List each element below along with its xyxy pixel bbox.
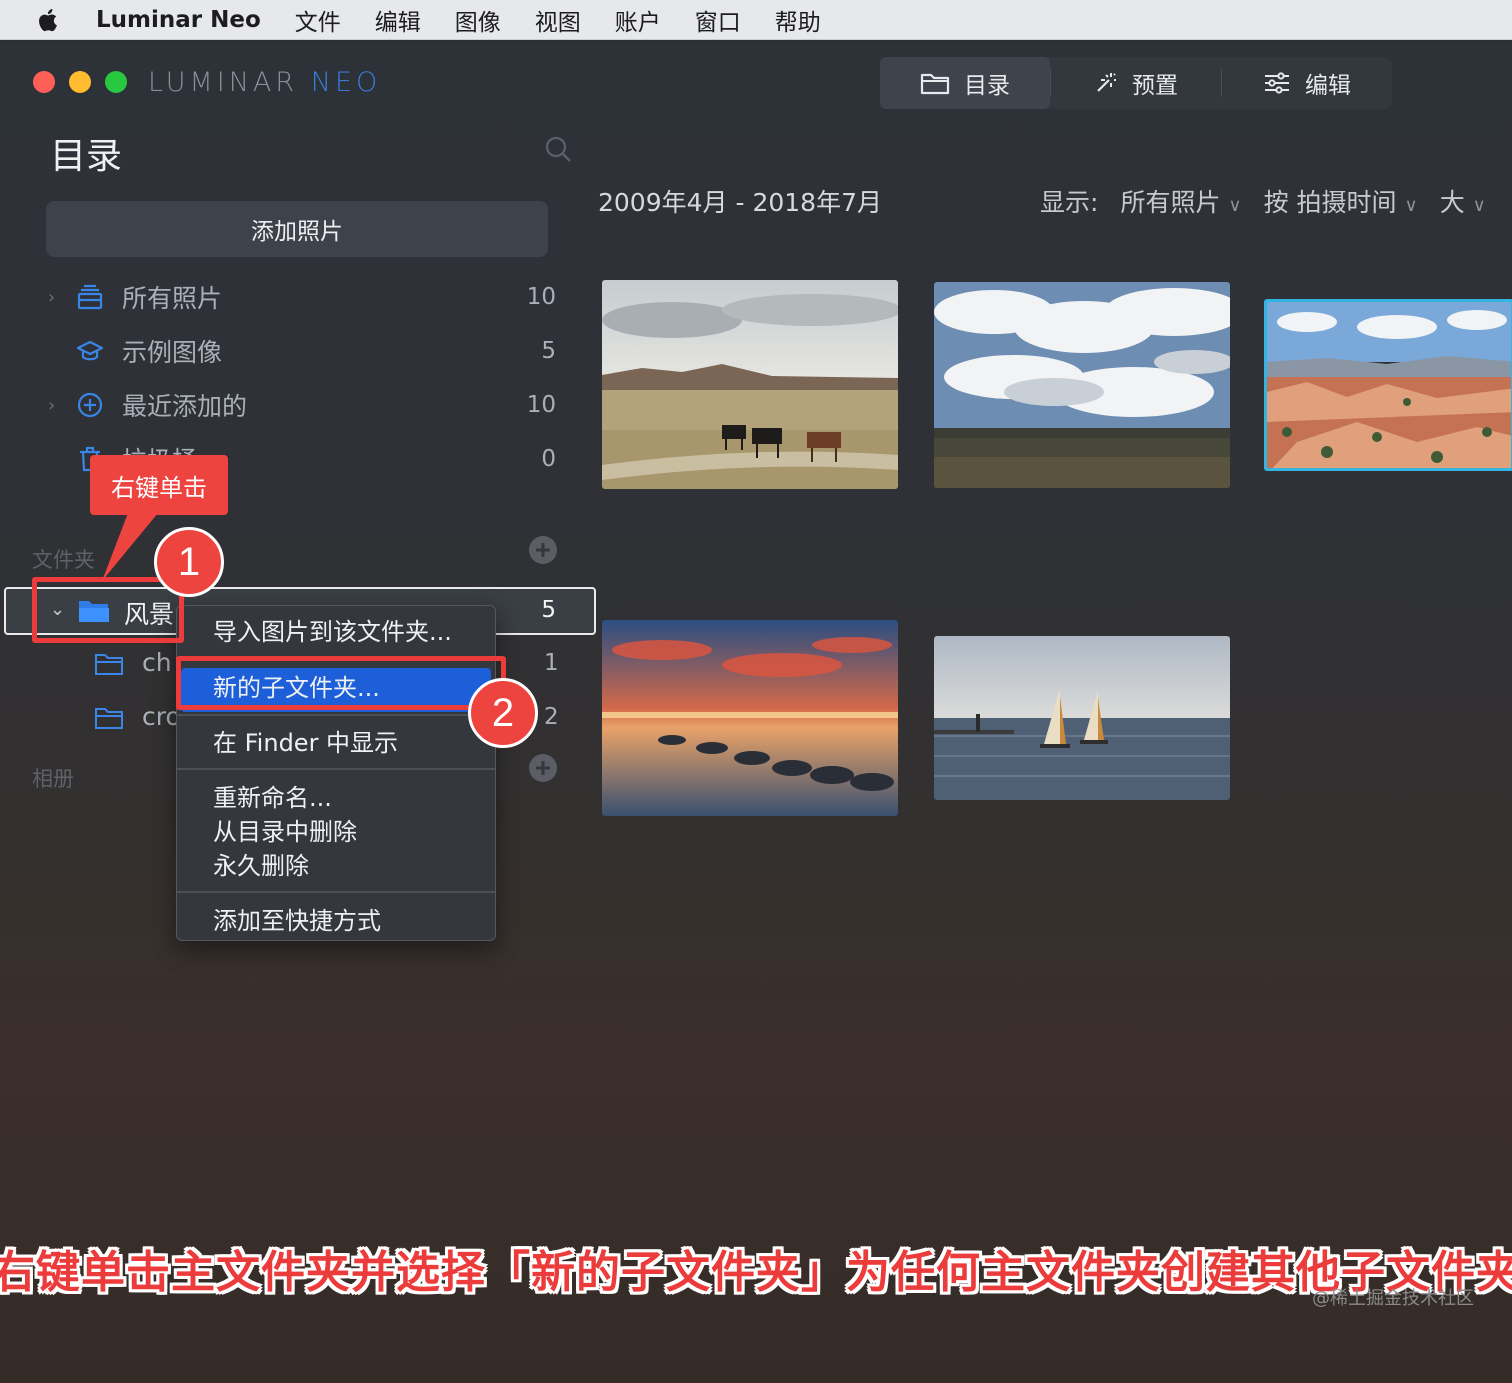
sailboats-image [934,636,1230,800]
subfolder-label: ch [142,648,172,677]
app-window: LUMINAR NEO 目录 预置 编辑 目录 添加照片 › 所有照片 10 示… [0,41,1512,1383]
albums-section-header: 相册 [32,767,74,791]
photo-thumbnail-cows[interactable] [602,280,898,489]
size-value: 大 [1439,188,1465,217]
menu-window[interactable]: 窗口 [695,3,741,37]
photo-thumbnail-sunset[interactable] [602,620,898,816]
tab-presets[interactable]: 预置 [1051,57,1221,109]
photo-thumbnail-clouds[interactable] [934,282,1230,488]
clouds-field-image [934,282,1230,488]
folder-count: 5 [541,597,556,623]
thumbnail-size-dropdown[interactable]: 大 ∨ [1440,183,1486,219]
logo-text-neo: NEO [310,67,382,98]
sliders-icon [1265,72,1289,94]
tab-edit[interactable]: 编辑 [1222,57,1392,109]
menu-divider [177,714,495,716]
chevron-down-icon: ∨ [1404,195,1418,216]
sunset-lake-image [602,620,898,816]
subfolder-count: 2 [544,704,559,730]
photo-thumbnail-sailboats[interactable] [934,636,1230,800]
apple-logo-icon[interactable] [36,7,62,33]
menu-file[interactable]: 文件 [295,3,341,37]
show-filter-value: 所有照片 [1120,188,1221,217]
annotation-highlight-menu-item [176,656,506,710]
menu-item-rename[interactable]: 重新命名... [213,778,332,813]
menu-edit[interactable]: 编辑 [375,3,421,37]
sidebar-item-count: 10 [526,392,556,418]
sidebar-item-count: 10 [526,284,556,310]
menu-item-show-in-finder[interactable]: 在 Finder 中显示 [213,723,398,758]
folder-icon [95,708,123,729]
add-folder-icon[interactable] [528,535,558,565]
annotation-callout: 右键单击 [90,455,228,515]
menu-divider [177,891,495,893]
menu-view[interactable]: 视图 [535,3,581,37]
search-icon[interactable] [544,135,572,163]
folder-icon [920,73,950,95]
callout-pointer-arrow [102,513,158,581]
sidebar-item-count: 5 [541,338,556,364]
subfolder-label: cro [142,702,181,731]
tab-edit-label: 编辑 [1305,73,1351,99]
chevron-down-icon: ∨ [1472,195,1486,216]
chevron-down-icon: ∨ [1228,195,1242,216]
menu-divider [177,768,495,770]
subfolder-count: 1 [544,650,559,676]
watermark: @稀土掘金技术社区 [1312,1288,1474,1309]
menubar: Luminar Neo 文件 编辑 图像 视图 账户 窗口 帮助 [0,0,1512,40]
menu-app-name[interactable]: Luminar Neo [96,7,261,33]
tab-catalog-label: 目录 [964,73,1010,99]
menu-item-remove-from-catalog[interactable]: 从目录中删除 [213,812,357,847]
view-filters: 显示: 所有照片 ∨ 按 拍摄时间 ∨ 大 ∨ [1040,183,1486,219]
annotation-step-badge-2: 2 [468,678,538,748]
photo-thumbnail-canyon[interactable] [1264,299,1512,471]
tab-catalog[interactable]: 目录 [880,57,1050,109]
top-navigation: 目录 预置 编辑 [880,57,1392,109]
menu-item-delete-permanently[interactable]: 永久删除 [213,846,309,881]
menu-image[interactable]: 图像 [455,3,501,37]
show-filter-dropdown[interactable]: 所有照片 ∨ [1120,183,1241,219]
add-album-icon[interactable] [528,753,558,783]
show-filter-label: 显示: [1040,188,1099,217]
annotation-step-badge-1: 1 [154,527,224,597]
menu-help[interactable]: 帮助 [775,3,821,37]
sidebar-item-count: 0 [541,446,556,472]
folder-icon [95,654,123,675]
menu-item-add-shortcut[interactable]: 添加至快捷方式 [213,901,381,936]
canyon-image [1267,302,1511,468]
date-range: 2009年4月 - 2018年7月 [598,188,882,217]
annotation-caption: 右键单击主文件夹并选择「新的子文件夹」为任何主文件夹创建其他子文件夹 [0,1247,1512,1298]
sort-dropdown[interactable]: 按 拍摄时间 ∨ [1264,183,1418,219]
menu-account[interactable]: 账户 [615,3,661,37]
tab-presets-label: 预置 [1132,73,1178,99]
sort-value: 按 拍摄时间 [1263,188,1397,217]
menu-item-import-to-folder[interactable]: 导入图片到该文件夹... [213,612,452,647]
magic-wand-icon [1097,73,1116,92]
cows-desert-image [602,280,898,489]
